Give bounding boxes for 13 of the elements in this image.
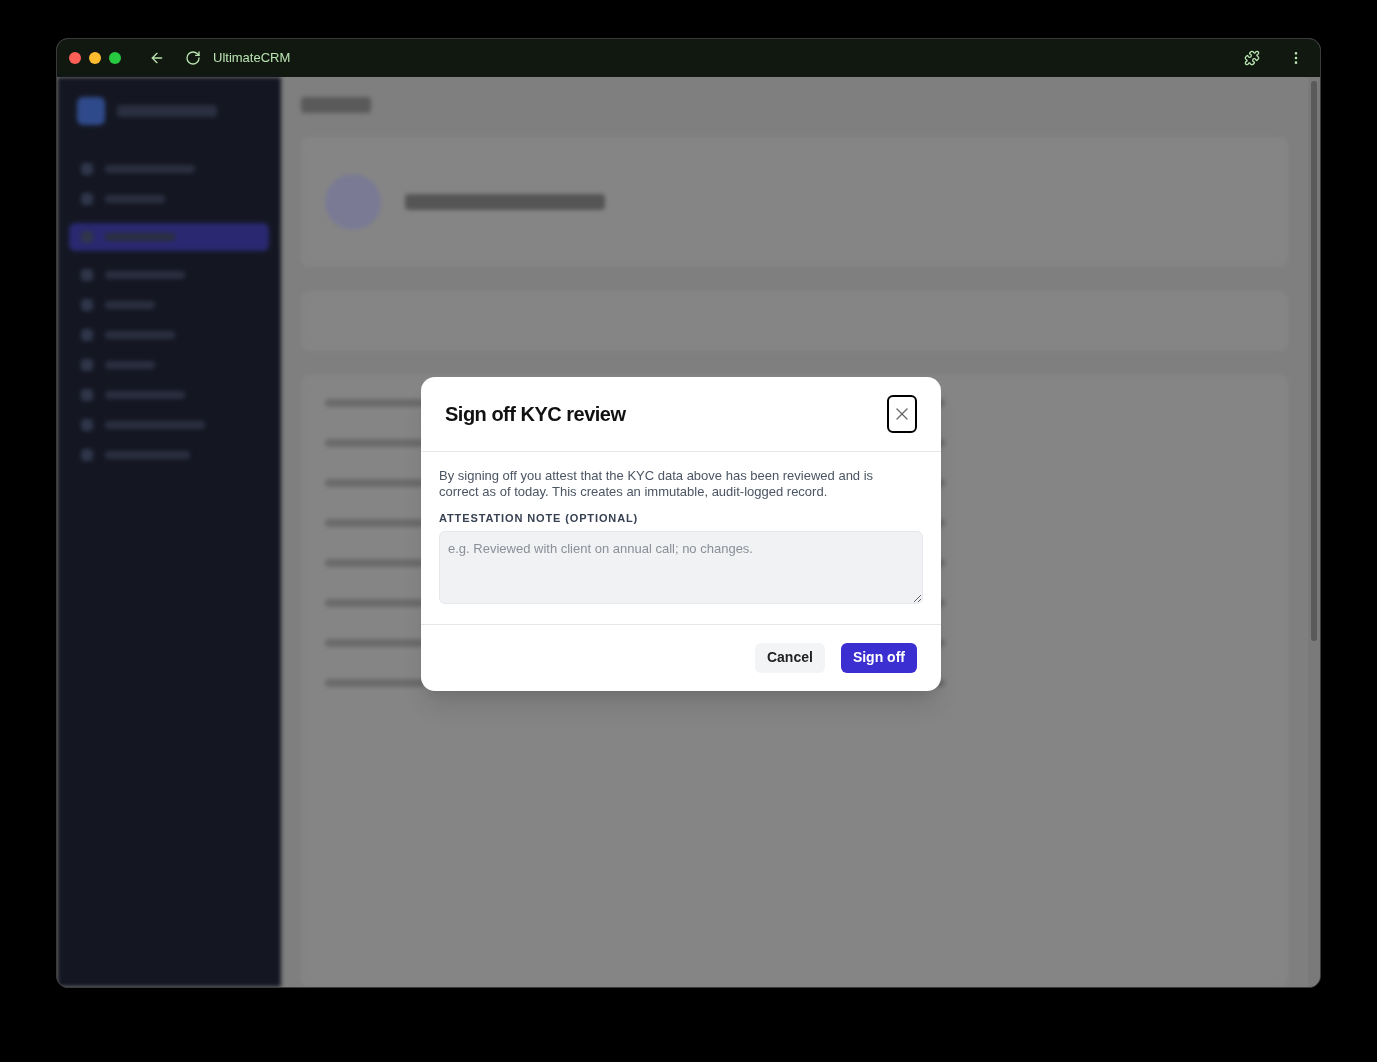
extensions-icon[interactable] (1244, 50, 1260, 66)
page-title: UltimateCRM (213, 49, 291, 68)
note-label: ATTESTATION NOTE (OPTIONAL) (439, 511, 640, 526)
dialog-title: Sign off KYC review (445, 402, 626, 427)
blurred-header-bar (301, 97, 371, 113)
dialog-description: By signing off you attest that the KYC data above has been reviewed and is correct as of today. This creates an immutable, audit-logged record. (439, 468, 875, 500)
cancel-button[interactable]: Cancel (754, 642, 825, 673)
back-icon[interactable] (149, 50, 165, 66)
close-button[interactable] (887, 395, 917, 433)
reload-icon[interactable] (185, 50, 201, 66)
blurred-logo-icon (77, 97, 105, 125)
note-field[interactable]: e.g. Reviewed with client on annual call; no changes. (439, 530, 923, 604)
sign-off-button[interactable]: Sign off (840, 642, 917, 673)
